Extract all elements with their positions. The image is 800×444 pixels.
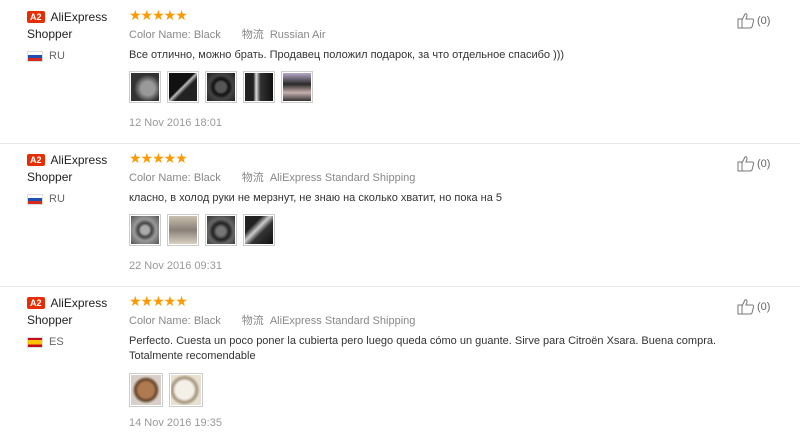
review-photo-thumbnail[interactable]	[205, 71, 237, 103]
color-value: Black	[193, 29, 221, 41]
reviewer-country: ES	[27, 336, 127, 348]
buyer-level-badge: A2	[27, 11, 45, 23]
review-photo-thumbnail[interactable]	[129, 214, 161, 246]
review-meta: Color Name: Black 物流 Russian Air	[129, 28, 729, 42]
color-label: Color Name:	[129, 315, 191, 327]
country-code: RU	[49, 50, 65, 62]
review-photo-thumbnail[interactable]	[243, 214, 275, 246]
helpful-button[interactable]: (0)	[737, 12, 770, 29]
review-photos	[129, 373, 729, 407]
review-photo-thumbnail[interactable]	[129, 373, 163, 407]
reviewer-name-line1: AliExpress	[50, 153, 108, 167]
star-rating: ★★★★★	[129, 293, 188, 309]
review-photo-thumbnail[interactable]	[205, 214, 237, 246]
helpful-count: (0)	[757, 300, 771, 313]
reviewer-name-line1: AliExpress	[50, 10, 108, 24]
review-text: Все отлично, можно брать. Продавец полож…	[129, 49, 565, 61]
color-value: Black	[193, 315, 221, 327]
russia-flag-icon	[27, 50, 43, 62]
reviewer-info: A2 AliExpress Shopper RU	[27, 8, 127, 62]
reviewer-name-line2: Shopper	[27, 170, 73, 184]
review-text: класно, в холод руки не мерзнут, не знаю…	[129, 192, 503, 204]
review-photo-thumbnail[interactable]	[169, 373, 203, 407]
review-item: A2 AliExpress Shopper ES ★★★★★ Color Name…	[0, 294, 800, 444]
review-text: Perfecto. Cuesta un poco poner la cubier…	[129, 335, 717, 362]
logistics-value: Russian Air	[269, 29, 326, 41]
country-code: RU	[49, 193, 65, 205]
helpful-count: (0)	[757, 14, 771, 27]
spain-flag-icon	[27, 336, 43, 348]
logistics-label: 物流	[241, 315, 264, 327]
review-item: A2 AliExpress Shopper RU ★★★★★ Color Name…	[0, 151, 800, 287]
review-photo-thumbnail[interactable]	[167, 71, 199, 103]
review-photo-thumbnail[interactable]	[243, 71, 275, 103]
review-content: ★★★★★ Color Name: Black 物流 AliExpress St…	[129, 294, 729, 429]
logistics-label: 物流	[241, 29, 264, 41]
russia-flag-icon	[27, 193, 43, 205]
review-photo-thumbnail[interactable]	[281, 71, 313, 103]
thumbs-up-icon	[737, 156, 755, 172]
reviewer-country: RU	[27, 50, 127, 62]
color-label: Color Name:	[129, 172, 191, 184]
reviewer-info: A2 AliExpress Shopper RU	[27, 151, 127, 205]
buyer-level-badge: A2	[27, 297, 45, 309]
reviewer-country: RU	[27, 193, 127, 205]
star-rating: ★★★★★	[129, 7, 188, 23]
reviewer-name-line2: Shopper	[27, 27, 73, 41]
helpful-button[interactable]: (0)	[737, 155, 770, 172]
reviewer-info: A2 AliExpress Shopper ES	[27, 294, 127, 348]
thumbs-up-icon	[737, 299, 755, 315]
logistics-value: AliExpress Standard Shipping	[269, 172, 416, 184]
logistics-label: 物流	[241, 172, 264, 184]
review-content: ★★★★★ Color Name: Black 物流 Russian Air В…	[129, 8, 729, 129]
star-rating: ★★★★★	[129, 150, 188, 166]
review-photo-thumbnail[interactable]	[167, 214, 199, 246]
review-content: ★★★★★ Color Name: Black 物流 AliExpress St…	[129, 151, 729, 272]
reviewer-name-line1: AliExpress	[50, 296, 108, 310]
color-label: Color Name:	[129, 29, 191, 41]
helpful-button[interactable]: (0)	[737, 298, 770, 315]
helpful-count: (0)	[757, 157, 771, 170]
review-meta: Color Name: Black 物流 AliExpress Standard…	[129, 171, 729, 185]
review-photo-thumbnail[interactable]	[129, 71, 161, 103]
review-photos	[129, 71, 729, 103]
country-code: ES	[49, 336, 64, 348]
thumbs-up-icon	[737, 13, 755, 29]
review-item: A2 AliExpress Shopper RU ★★★★★ Color Name…	[0, 8, 800, 144]
buyer-level-badge: A2	[27, 154, 45, 166]
reviewer-name-line2: Shopper	[27, 313, 73, 327]
logistics-value: AliExpress Standard Shipping	[269, 315, 416, 327]
review-date: 12 Nov 2016 18:01	[129, 117, 222, 129]
review-photos	[129, 214, 729, 246]
review-date: 14 Nov 2016 19:35	[129, 417, 222, 429]
review-date: 22 Nov 2016 09:31	[129, 260, 222, 272]
color-value: Black	[193, 172, 221, 184]
review-meta: Color Name: Black 物流 AliExpress Standard…	[129, 314, 729, 328]
